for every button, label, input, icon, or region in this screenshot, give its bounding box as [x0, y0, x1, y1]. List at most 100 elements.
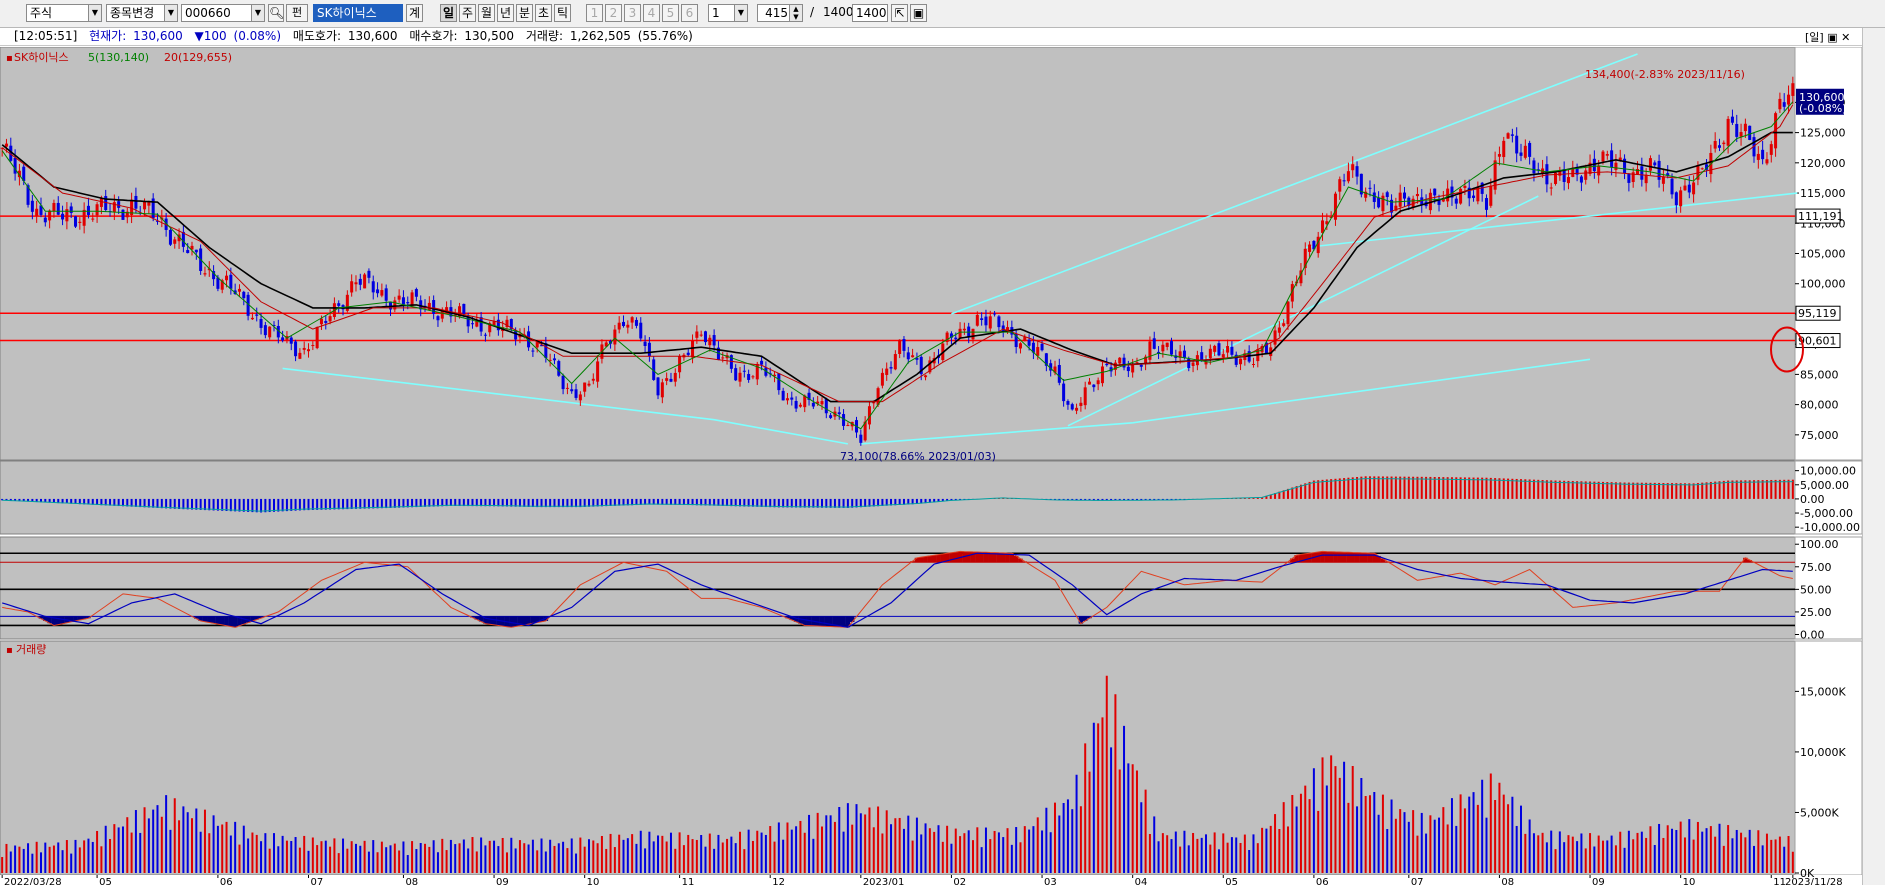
- candle-body: [1213, 345, 1217, 352]
- stock-name-display: SK하이닉스: [313, 4, 403, 22]
- current-price-label: 현재가:: [89, 29, 127, 43]
- candle-body: [1627, 173, 1631, 183]
- volume-pct: (55.76%): [637, 29, 693, 43]
- candle-body: [1251, 363, 1255, 365]
- candle-body: [1226, 346, 1230, 353]
- candle-body: [1342, 180, 1346, 182]
- stock-code-input[interactable]: 000660 ▼: [181, 4, 265, 22]
- candle-body: [225, 275, 229, 281]
- candle-body: [1791, 83, 1795, 96]
- export-icon[interactable]: ⇱: [891, 4, 908, 22]
- x-tick-label: 05: [1225, 877, 1238, 885]
- candle-body: [363, 274, 367, 289]
- candle-body: [1661, 176, 1665, 184]
- candle-body: [30, 200, 34, 212]
- change-stock-select[interactable]: 종목변경 ▼: [106, 4, 178, 22]
- range-value-input[interactable]: 415 ▲ ▼: [757, 4, 803, 22]
- x-tick-label: 09: [1592, 877, 1605, 885]
- chevron-down-icon[interactable]: ▼: [251, 5, 264, 21]
- close-icon[interactable]: ✕: [1841, 31, 1850, 44]
- candle-body: [1748, 125, 1752, 140]
- chevron-down-icon[interactable]: ▼: [734, 5, 747, 21]
- candle-body: [570, 389, 574, 392]
- count-button[interactable]: 2: [605, 4, 622, 22]
- count-button[interactable]: 4: [643, 4, 660, 22]
- candle-body: [1346, 171, 1350, 182]
- period-button[interactable]: 년: [497, 4, 514, 22]
- candle-body: [307, 349, 311, 352]
- legend-ma20: 20(129,655): [164, 51, 232, 64]
- candle-body: [885, 368, 889, 375]
- x-tick-label: 2023/11/28: [1785, 877, 1843, 885]
- candle-body: [376, 289, 380, 294]
- period-button[interactable]: 일: [440, 4, 457, 22]
- low-annotation: 73,100(78.66% 2023/01/03): [840, 450, 996, 463]
- candle-body: [1096, 380, 1100, 385]
- candle-body: [790, 397, 794, 400]
- market-select[interactable]: 주식 ▼: [26, 4, 102, 22]
- candle-body: [1018, 343, 1022, 349]
- candle-body: [1191, 362, 1195, 367]
- x-tick-label: 10: [587, 877, 600, 885]
- candle-body: [669, 378, 673, 382]
- count-select-value: 1: [712, 6, 720, 20]
- x-tick-label: 08: [1501, 877, 1514, 885]
- candle-body: [686, 352, 690, 355]
- count-button[interactable]: 6: [681, 4, 698, 22]
- candle-body: [980, 318, 984, 320]
- count-button[interactable]: 1: [586, 4, 603, 22]
- window-controls: [일] ▣ ✕: [1805, 29, 1850, 45]
- candle-body: [328, 316, 332, 322]
- window-period-label[interactable]: [일]: [1805, 31, 1824, 44]
- macd-tick-label: 10,000.00: [1800, 465, 1856, 478]
- candle-body: [565, 387, 569, 389]
- candle-body: [1217, 343, 1221, 356]
- right-tool-strip: [1862, 28, 1885, 885]
- range-separator: /: [810, 5, 815, 19]
- candle-body: [1454, 198, 1458, 204]
- range-input[interactable]: 1400: [852, 4, 888, 22]
- candle-body: [371, 281, 375, 293]
- macd-tick-label: 5,000.00: [1800, 479, 1849, 492]
- candle-body: [837, 412, 841, 415]
- candle-body: [1027, 339, 1031, 346]
- candle-body: [1722, 142, 1726, 145]
- candle-body: [574, 389, 578, 398]
- level-tag-label: 90,601: [1798, 335, 1837, 348]
- count-button[interactable]: 3: [624, 4, 641, 22]
- candle-body: [911, 355, 915, 358]
- x-tick-label: 04: [1135, 877, 1148, 885]
- type-button[interactable]: 계: [406, 4, 423, 22]
- candle-body: [69, 206, 73, 213]
- candle-body: [665, 378, 669, 381]
- candle-body: [1075, 407, 1079, 411]
- candle-body: [785, 398, 789, 401]
- count-select[interactable]: 1 ▼: [708, 4, 748, 22]
- spinner-icon[interactable]: ▲ ▼: [789, 5, 802, 21]
- x-tick-label: 06: [1316, 877, 1329, 885]
- search-button[interactable]: 🔍︎: [268, 4, 284, 22]
- candle-body: [1139, 364, 1143, 367]
- chevron-down-icon[interactable]: ▼: [88, 5, 101, 21]
- period-button[interactable]: 분: [516, 4, 533, 22]
- candle-body: [380, 290, 384, 296]
- count-button[interactable]: 5: [662, 4, 679, 22]
- candle-body: [324, 320, 328, 323]
- candle-body: [1131, 365, 1135, 373]
- candle-body: [1169, 341, 1174, 355]
- panel-price: [0, 47, 1796, 461]
- restore-icon[interactable]: ▣: [1827, 31, 1837, 44]
- price-tick-label: 80,000: [1800, 399, 1839, 412]
- volume-tick-label: 10,000K: [1800, 746, 1846, 759]
- save-icon[interactable]: ▣: [910, 4, 927, 22]
- candle-body: [1584, 170, 1588, 180]
- chevron-down-icon[interactable]: ▼: [164, 5, 177, 21]
- candle-body: [319, 318, 323, 325]
- candle-body: [117, 201, 121, 208]
- candle-body: [354, 282, 358, 285]
- period-button[interactable]: 월: [478, 4, 495, 22]
- search-label-button[interactable]: 펀: [286, 4, 308, 22]
- period-button[interactable]: 틱: [554, 4, 571, 22]
- period-button[interactable]: 초: [535, 4, 552, 22]
- period-button[interactable]: 주: [459, 4, 476, 22]
